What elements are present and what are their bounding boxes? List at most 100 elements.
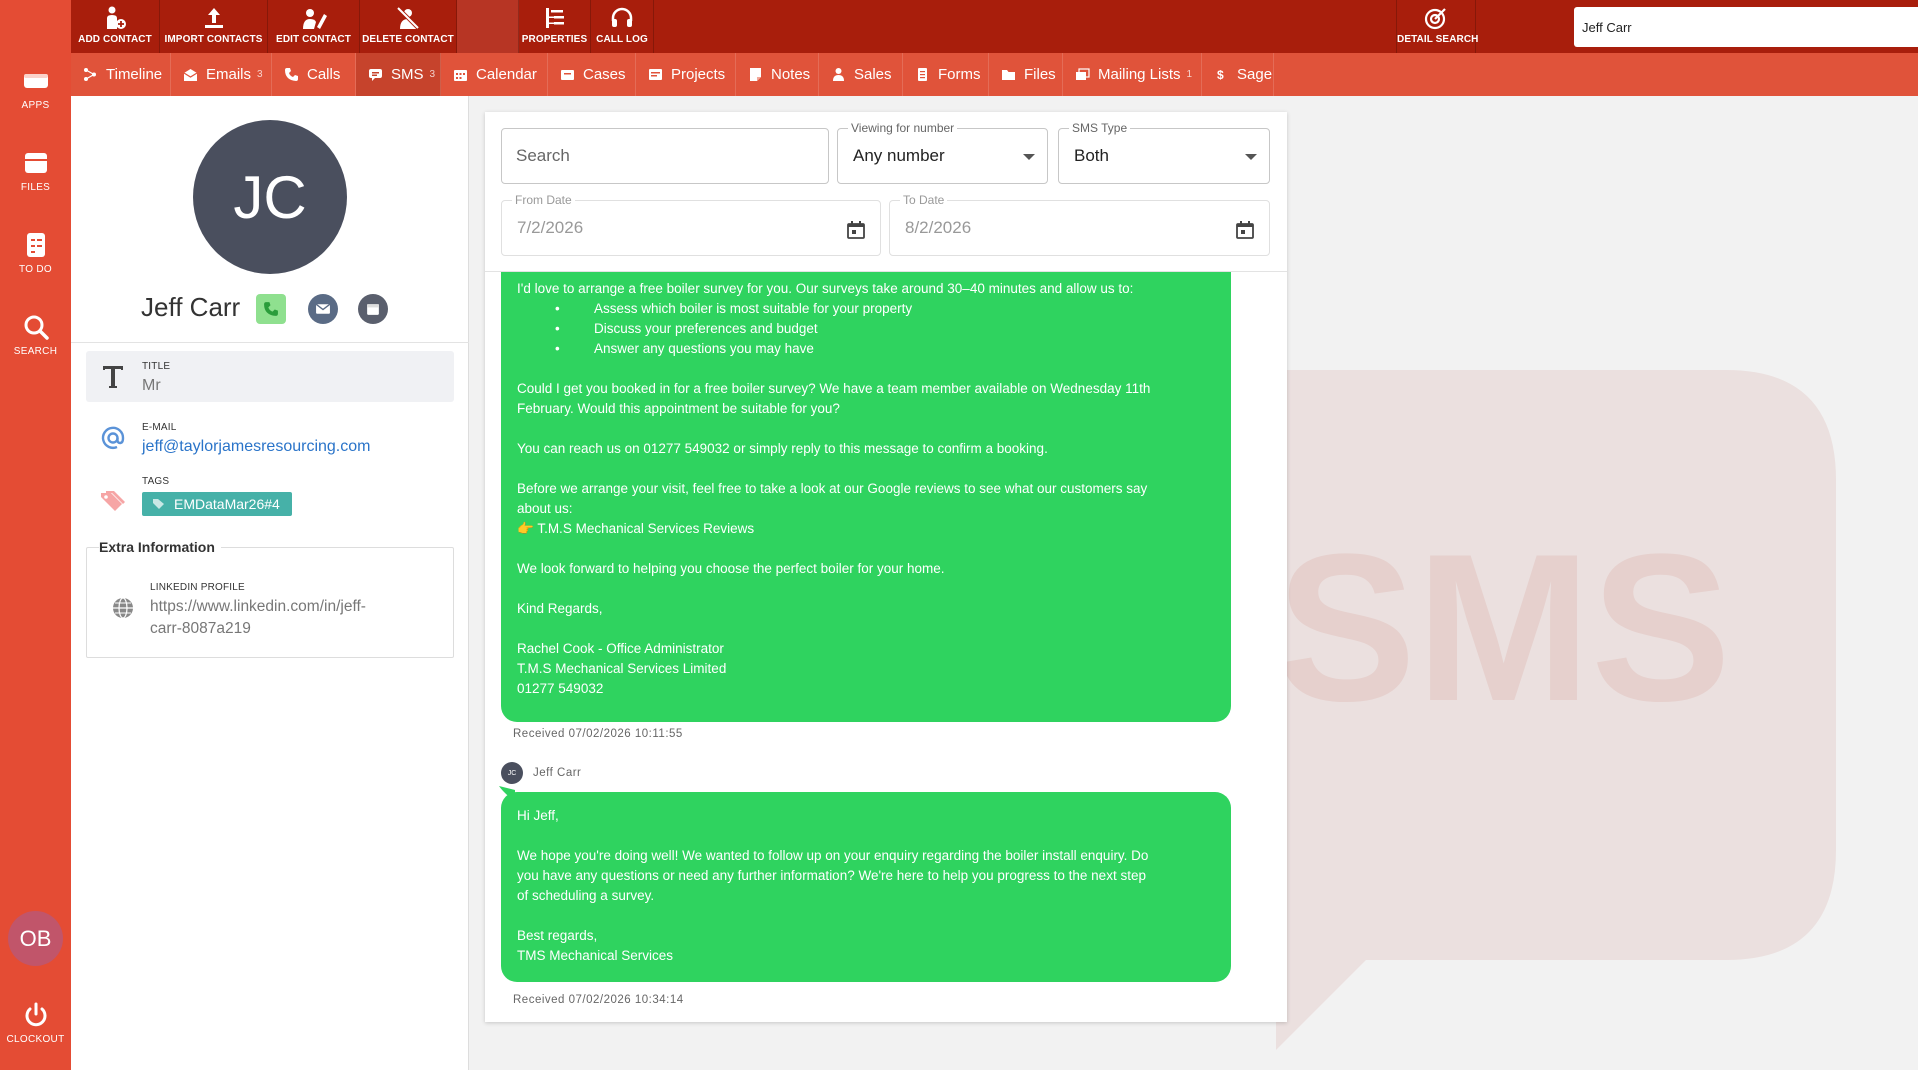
tab-files[interactable]: Files [989,53,1063,96]
cases-icon [561,70,574,80]
upload-icon [204,8,223,28]
tab-calendar[interactable]: Calendar [441,53,548,96]
calendar-contact-button[interactable] [358,294,388,324]
edit-contact-button[interactable]: EDIT CONTACT [268,0,360,53]
sms-watermark-icon: SMS [1236,370,1836,1050]
user-avatar[interactable]: OB [8,911,63,966]
import-contacts-button[interactable]: IMPORT CONTACTS [160,0,268,53]
tab-mailing-lists[interactable]: Mailing Lists 1 [1063,53,1202,96]
tab-forms[interactable]: Forms [903,53,989,96]
sms-search-input[interactable] [516,129,816,183]
tab-sms-label: SMS [391,66,424,83]
tags-label: TAGS [142,476,170,487]
linkedin-line-2[interactable]: carr-8087a219 [150,620,251,638]
sales-icon [833,68,844,81]
svg-text:SMS: SMS [1276,510,1731,745]
rail-files-label: FILES [20,182,51,193]
left-rail: APPS FILES TO DO SEARCH OB CLOCKOUT [0,0,71,1070]
email-icon [315,303,331,314]
tab-cases-label: Cases [583,66,626,83]
tab-notes[interactable]: Notes [736,53,819,96]
rail-search-label: SEARCH [13,346,58,357]
detail-search-button[interactable]: DETAIL SEARCH [1396,0,1479,53]
top-toolbar: ADD CONTACT IMPORT CONTACTS EDIT CONTACT… [71,0,1918,53]
tab-sage-label: Sage [1237,66,1273,83]
rail-todo[interactable]: TO DO [0,230,71,275]
email-icon [183,69,198,81]
delete-contact-label: DELETE CONTACT [362,34,454,45]
rail-search[interactable]: SEARCH [0,312,71,357]
message-timestamp: Received 07/02/2026 10:11:55 [513,728,683,740]
sage-icon: $ [1217,68,1224,82]
tab-timeline-label: Timeline [106,66,163,83]
globe-icon [113,597,133,619]
message-timestamp: Received 07/02/2026 10:34:14 [513,994,684,1006]
apps-icon [23,74,48,88]
forms-icon [918,68,927,81]
at-icon [101,426,125,449]
files-icon [24,153,47,173]
tab-notes-label: Notes [771,66,811,83]
viewing-number-value: Any number [853,146,945,165]
properties-button[interactable]: PROPERTIES [519,0,591,53]
message-text: I'd love to arrange a free boiler survey… [517,281,1134,296]
power-icon [25,1002,46,1027]
message-text: We look forward to helping you choose th… [517,561,945,576]
email-contact-button[interactable] [308,294,338,324]
viewing-number-select[interactable]: Viewing for number Any number [837,121,1048,184]
edit-contact-label: EDIT CONTACT [276,34,351,45]
linkedin-line-1[interactable]: https://www.linkedin.com/in/jeff- [150,598,366,616]
sms-icon [369,69,382,81]
sms-panel: Viewing for number Any number SMS Type B… [485,112,1287,1022]
sms-message-bubble: Hi Jeff, We hope you're doing well! We w… [501,792,1231,982]
tab-timeline[interactable]: Timeline [71,53,171,96]
tab-sales[interactable]: Sales [819,53,903,96]
viewing-number-label: Viewing for number [848,121,958,135]
calendar-icon [367,304,379,315]
global-search-input[interactable] [1582,7,1918,47]
tab-sms[interactable]: SMS 3 [356,53,441,96]
tab-emails-count: 3 [257,69,263,80]
message-text: Before we arrange your visit, feel free … [517,481,1148,536]
rail-apps[interactable]: APPS [0,66,71,111]
delete-contact-button[interactable]: DELETE CONTACT [360,0,457,53]
tab-sms-count: 3 [429,69,436,80]
from-date-field[interactable]: From Date 7/2/2026 [501,193,881,256]
email-link[interactable]: jeff@taylorjamesresourcing.com [142,438,370,456]
message-bullet: Answer any questions you may have [517,339,1215,359]
calendar-icon[interactable] [846,220,866,240]
tab-calls-label: Calls [307,66,341,83]
calendar-icon[interactable] [1235,220,1255,240]
tab-files-label: Files [1024,66,1056,83]
call-contact-button[interactable] [256,294,286,324]
properties-icon [545,8,564,28]
tab-emails[interactable]: Emails 3 [171,53,272,96]
tab-mailing-lists-label: Mailing Lists [1098,66,1181,83]
to-date-field[interactable]: To Date 8/2/2026 [889,193,1270,256]
rail-clockout[interactable]: CLOCKOUT [0,1000,71,1045]
tag-chip[interactable]: EMDataMar26#4 [142,492,292,516]
headset-icon [611,7,633,27]
detail-search-label: DETAIL SEARCH [1397,34,1479,45]
tab-calls[interactable]: Calls [272,53,356,96]
rail-files[interactable]: FILES [0,148,71,193]
todo-icon [26,233,45,257]
tab-sage[interactable]: $ Sage [1202,53,1274,96]
tab-projects[interactable]: Projects [636,53,736,96]
sms-search-field [501,128,829,184]
sms-type-select[interactable]: SMS Type Both [1058,121,1270,184]
tags-field: TAGS EMDataMar26#4 [86,472,454,530]
add-contact-button[interactable]: ADD CONTACT [71,0,160,53]
from-date-label: From Date [512,193,575,207]
tab-mailing-lists-count: 1 [1186,69,1193,80]
rail-apps-label: APPS [21,100,50,111]
message-text: We hope you're doing well! We wanted to … [517,848,1149,903]
call-log-button[interactable]: CALL LOG [591,0,654,53]
message-text: Could I get you booked in for a free boi… [517,381,1151,416]
rail-todo-label: TO DO [19,264,52,275]
tab-cases[interactable]: Cases [548,53,636,96]
from-date-value: 7/2/2026 [517,218,584,237]
linkedin-label: LINKEDIN PROFILE [150,582,245,593]
contact-tabs: Timeline Emails 3 Calls SMS 3 Calendar C… [71,53,1918,96]
projects-icon [649,69,662,80]
